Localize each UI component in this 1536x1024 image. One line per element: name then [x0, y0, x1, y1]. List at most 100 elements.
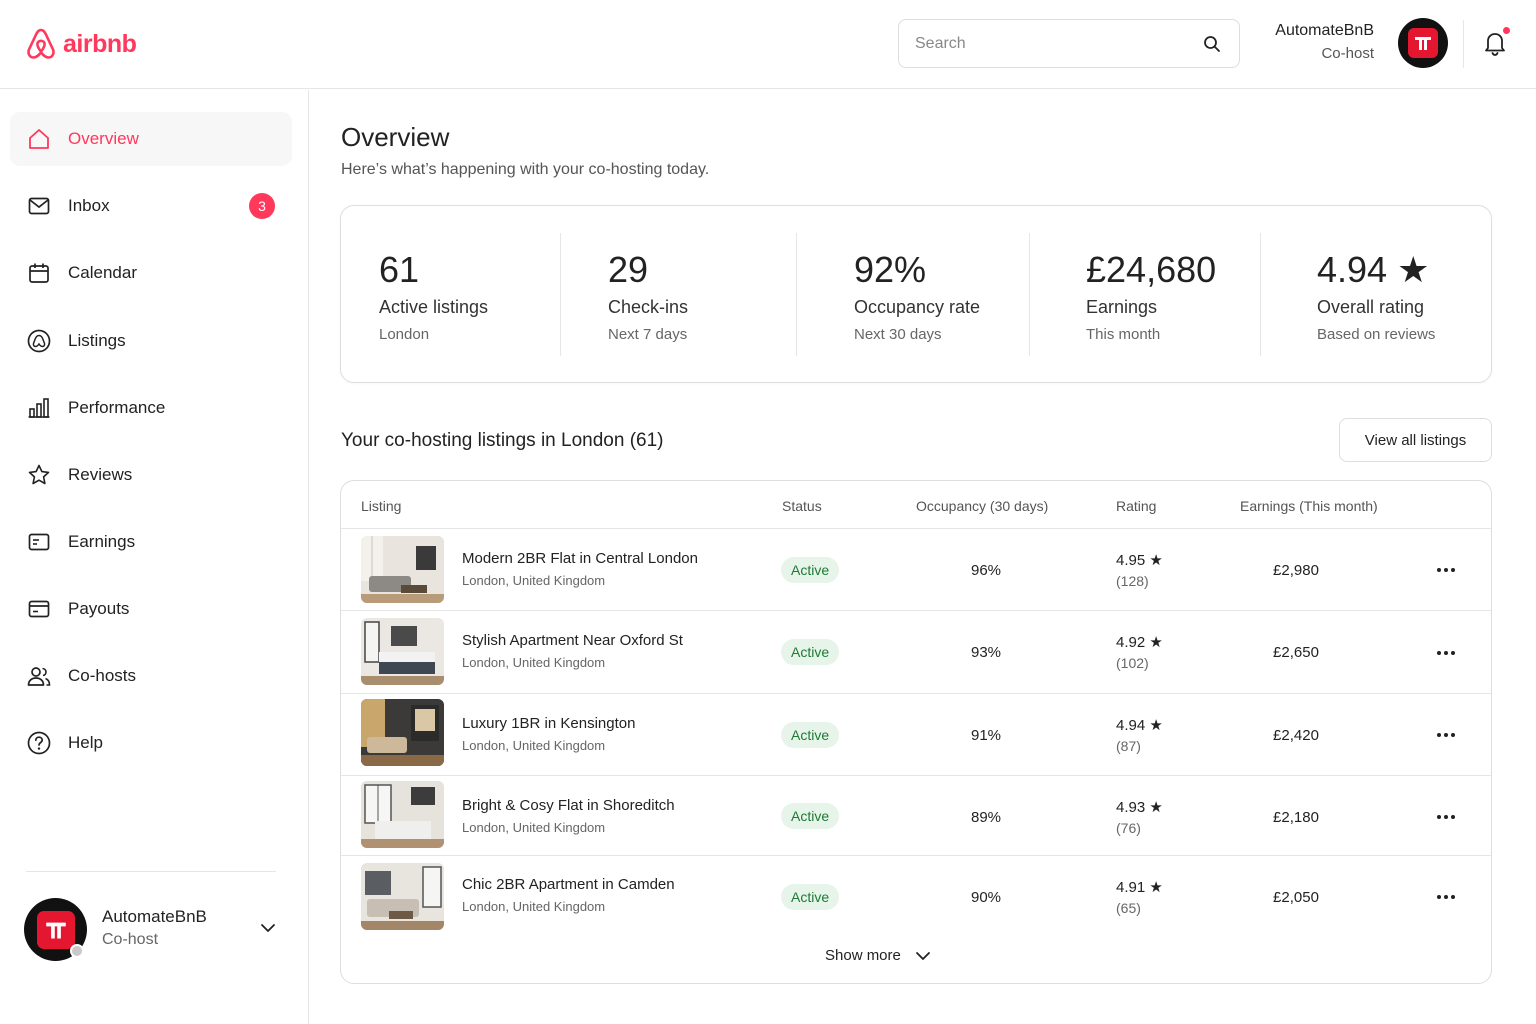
stat-sublabel: London — [379, 326, 430, 343]
more-options-button[interactable] — [1431, 887, 1461, 907]
listing-location: London, United Kingdom — [462, 899, 606, 914]
review-count: (87) — [1116, 738, 1141, 754]
search-button[interactable] — [1201, 33, 1223, 55]
calendar-icon — [26, 260, 52, 286]
header-user-name: AutomateBnB — [1275, 22, 1374, 39]
listing-location: London, United Kingdom — [462, 820, 606, 835]
sidebar-item-label: Co-hosts — [68, 666, 137, 685]
dot — [1451, 895, 1455, 899]
sidebar-item-co-hosts[interactable]: Co-hosts — [10, 649, 292, 703]
sidebar-item-label: Help — [68, 733, 103, 752]
sidebar-divider — [26, 871, 276, 872]
sidebar-item-listings[interactable]: Listings — [10, 314, 292, 368]
stats-card: 61 Active listings London 29 Check-ins N… — [340, 205, 1492, 383]
more-options-button[interactable] — [1431, 807, 1461, 827]
stat-value: £24,680 — [1086, 249, 1217, 290]
review-count: (102) — [1116, 655, 1149, 671]
table-row[interactable]: Bright & Cosy Flat in Shoreditch London,… — [341, 776, 1491, 856]
listing-thumbnail[interactable] — [361, 699, 444, 766]
mail-icon — [26, 193, 52, 219]
earnings-value: £2,050 — [1273, 889, 1319, 906]
header-user-info[interactable]: AutomateBnB Co-host — [1250, 20, 1374, 66]
sidebar-item-label: Reviews — [68, 465, 133, 484]
sidebar-item-help[interactable]: Help — [10, 716, 292, 770]
header-user-role: Co-host — [1321, 45, 1374, 62]
rating-value: 4.92 ★ — [1116, 634, 1163, 651]
rating-value: 4.94 ★ — [1116, 717, 1163, 734]
rating-value: 4.95 ★ — [1116, 552, 1163, 569]
sidebar-item-inbox[interactable]: Inbox 3 — [10, 179, 292, 233]
notification-dot — [1502, 26, 1511, 35]
occupancy-value: 91% — [970, 727, 1002, 744]
dot — [1451, 733, 1455, 737]
stat-divider — [560, 233, 561, 356]
sidebar-item-earnings[interactable]: Earnings — [10, 515, 292, 569]
header-avatar[interactable] — [1398, 18, 1448, 68]
more-options-button[interactable] — [1431, 643, 1461, 663]
listing-thumbnail[interactable] — [361, 618, 444, 685]
dot — [1437, 815, 1441, 819]
table-row[interactable]: Luxury 1BR in Kensington London, United … — [341, 694, 1491, 776]
sidebar: Overview Inbox 3 Calendar Listings Perfo… — [0, 90, 309, 1024]
help-icon — [26, 730, 52, 756]
sidebar-item-label: Performance — [68, 398, 166, 417]
listing-location: London, United Kingdom — [462, 655, 606, 670]
dot — [1451, 815, 1455, 819]
sidebar-item-payouts[interactable]: Payouts — [10, 582, 292, 636]
sidebar-item-label: Inbox — [68, 196, 110, 215]
occupancy-value: 89% — [970, 809, 1002, 826]
status-badge: Active — [781, 639, 840, 665]
sidebar-item-overview[interactable]: Overview — [10, 112, 292, 166]
stat-divider — [1260, 233, 1261, 356]
header-divider — [1463, 20, 1464, 68]
occupancy-value: 96% — [970, 562, 1002, 579]
page-subtitle: Here’s what’s happening with your co-hos… — [341, 161, 710, 178]
top-header: airbnb AutomateBnB Co-host — [0, 0, 1536, 89]
more-options-button[interactable] — [1431, 560, 1461, 580]
table-row[interactable]: Chic 2BR Apartment in Camden London, Uni… — [341, 856, 1491, 938]
star-icon — [26, 462, 52, 488]
dot — [1451, 651, 1455, 655]
review-count: (65) — [1116, 900, 1141, 916]
chevron-down-icon — [261, 924, 275, 932]
review-count: (76) — [1116, 820, 1141, 836]
listings-section-title: Your co-hosting listings in London (61) — [341, 430, 664, 451]
column-header-earnings: Earnings (This month) — [1240, 498, 1378, 514]
sidebar-user-menu[interactable]: AutomateBnB Co-host — [24, 898, 284, 962]
card-icon — [26, 596, 52, 622]
listing-thumbnail[interactable] — [361, 781, 444, 848]
listing-thumbnail[interactable] — [361, 536, 444, 603]
table-row[interactable]: Modern 2BR Flat in Central London London… — [341, 529, 1491, 611]
column-header-status: Status — [782, 498, 822, 514]
listing-title[interactable]: Luxury 1BR in Kensington — [462, 715, 635, 732]
listing-location: London, United Kingdom — [462, 573, 606, 588]
status-badge: Active — [781, 803, 840, 829]
earnings-value: £2,420 — [1273, 727, 1319, 744]
sidebar-item-performance[interactable]: Performance — [10, 381, 292, 435]
sidebar-item-label: Overview — [68, 129, 139, 148]
show-more-button[interactable]: Show more — [825, 947, 931, 964]
dot — [1437, 568, 1441, 572]
view-all-listings-button[interactable]: View all listings — [1339, 418, 1492, 462]
more-options-button[interactable] — [1431, 725, 1461, 745]
listing-title[interactable]: Bright & Cosy Flat in Shoreditch — [462, 797, 675, 814]
dot — [1437, 895, 1441, 899]
listings-table: Listing Status Occupancy (30 days) Ratin… — [340, 480, 1492, 984]
dot — [1437, 733, 1441, 737]
airbnb-logo[interactable]: airbnb — [25, 27, 137, 61]
show-more-label: Show more — [825, 947, 901, 964]
stat-label: Occupancy rate — [854, 297, 981, 317]
sidebar-item-calendar[interactable]: Calendar — [10, 246, 292, 300]
rating-value: 4.91 ★ — [1116, 879, 1163, 896]
stat-label: Active listings — [379, 297, 489, 317]
listing-title[interactable]: Modern 2BR Flat in Central London — [462, 550, 698, 567]
listing-title[interactable]: Chic 2BR Apartment in Camden — [462, 876, 675, 893]
sidebar-item-reviews[interactable]: Reviews — [10, 448, 292, 502]
sidebar-item-label: Payouts — [68, 599, 130, 618]
listing-thumbnail[interactable] — [361, 863, 444, 930]
table-row[interactable]: Stylish Apartment Near Oxford St London,… — [341, 611, 1491, 694]
listing-title[interactable]: Stylish Apartment Near Oxford St — [462, 632, 683, 649]
logo-text: airbnb — [63, 29, 137, 58]
search-input[interactable] — [915, 34, 1201, 53]
sidebar-item-label: Listings — [68, 331, 126, 350]
